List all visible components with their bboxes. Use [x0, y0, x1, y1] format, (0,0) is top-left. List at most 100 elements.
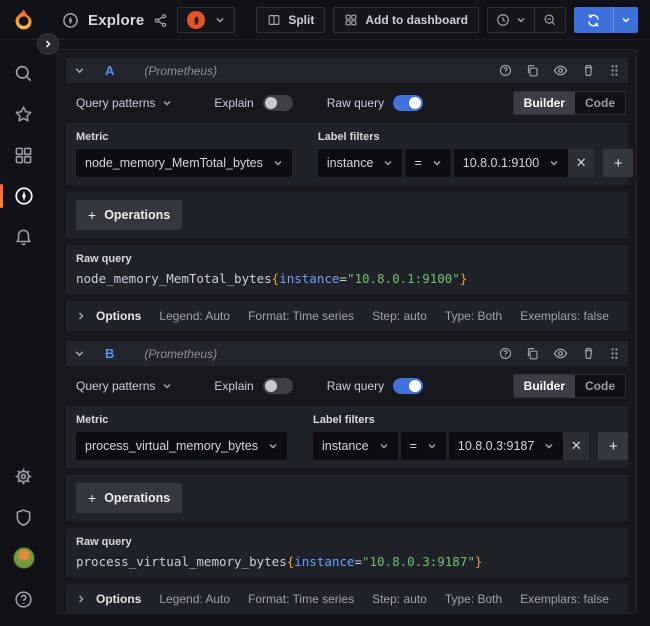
add-filter-button[interactable]: + [603, 149, 633, 177]
drag-handle-icon[interactable] [609, 64, 620, 77]
filter-key-select[interactable]: instance [313, 432, 398, 460]
filter-operator-select[interactable]: = [405, 149, 450, 177]
builder-mode-button[interactable]: Builder [514, 375, 575, 397]
raw-query-label: Raw query [76, 253, 618, 265]
options-card: Options Legend: Auto Format: Time series… [66, 301, 628, 331]
options-legend: Legend: Auto [159, 592, 230, 606]
bell-icon [14, 228, 33, 247]
options-exemplars: Exemplars: false [520, 592, 609, 606]
add-operation-button[interactable]: + Operations [76, 200, 182, 230]
chevron-down-icon [432, 158, 442, 168]
chevron-down-icon [516, 15, 526, 25]
raw-metric-token: node_memory_MemTotal_bytes [76, 271, 272, 286]
sidebar-expand-button[interactable] [37, 33, 59, 55]
raw-metric-token: process_virtual_memory_bytes [76, 554, 287, 569]
clock-icon [496, 13, 510, 27]
plus-icon: + [88, 207, 96, 223]
query-row-header[interactable]: B (Prometheus) [66, 341, 628, 366]
code-mode-button[interactable]: Code [575, 375, 625, 397]
shield-icon [14, 508, 33, 527]
dashboards-icon [14, 146, 33, 165]
hide-query-eye-icon[interactable] [553, 63, 568, 78]
add-to-dashboard-button[interactable]: Add to dashboard [333, 7, 479, 33]
sidebar-item-server-admin[interactable] [13, 506, 35, 528]
add-filter-button[interactable]: + [598, 432, 628, 460]
query-help-icon[interactable] [499, 347, 512, 360]
run-query-button[interactable] [574, 7, 638, 33]
explain-toggle[interactable] [263, 378, 293, 394]
grafana-logo[interactable] [11, 8, 36, 33]
query-row-header[interactable]: A (Prometheus) [66, 58, 628, 83]
metric-select[interactable]: node_memory_MemTotal_bytes [76, 149, 292, 177]
duplicate-query-icon[interactable] [526, 64, 539, 77]
query-patterns-dropdown[interactable]: Query patterns [76, 96, 172, 110]
options-step: Step: auto [372, 309, 427, 323]
builder-mode-button[interactable]: Builder [514, 92, 575, 114]
zoom-out-button[interactable] [534, 8, 565, 32]
raw-query-toggle[interactable] [393, 95, 423, 111]
filter-key-select[interactable]: instance [318, 149, 403, 177]
delete-query-trash-icon[interactable] [582, 64, 595, 77]
hide-query-eye-icon[interactable] [553, 346, 568, 361]
raw-query-label: Raw query [327, 379, 384, 393]
options-expand-toggle[interactable]: Options [76, 309, 141, 323]
query-patterns-dropdown[interactable]: Query patterns [76, 379, 172, 393]
split-label: Split [288, 13, 314, 27]
code-mode-button[interactable]: Code [575, 92, 625, 114]
query-ref-id[interactable]: B [105, 346, 114, 361]
explain-label: Explain [214, 96, 253, 110]
query-help-icon[interactable] [499, 64, 512, 77]
zoom-out-icon [543, 13, 557, 27]
search-icon [14, 64, 33, 83]
chevron-down-icon [621, 15, 631, 25]
add-operation-button[interactable]: + Operations [76, 483, 182, 513]
drag-handle-icon[interactable] [609, 347, 620, 360]
explain-toggle[interactable] [263, 95, 293, 111]
options-exemplars: Exemplars: false [520, 309, 609, 323]
metric-select[interactable]: process_virtual_memory_bytes [76, 432, 287, 460]
split-button[interactable]: Split [256, 7, 325, 33]
plus-icon: + [609, 438, 618, 455]
close-icon: ✕ [576, 155, 587, 171]
sidebar-item-profile[interactable] [13, 547, 35, 569]
options-type: Type: Both [445, 309, 502, 323]
plus-icon: + [614, 155, 623, 172]
datasource-picker[interactable] [177, 7, 235, 33]
sidebar-item-starred[interactable] [13, 103, 35, 125]
refresh-icon [586, 13, 601, 28]
raw-query-card: Raw query node_memory_MemTotal_bytes{ins… [66, 245, 628, 294]
remove-filter-button[interactable]: ✕ [568, 149, 594, 177]
sidebar-item-dashboards[interactable] [13, 144, 35, 166]
raw-query-toggle[interactable] [393, 378, 423, 394]
duplicate-query-icon[interactable] [526, 347, 539, 360]
options-expand-toggle[interactable]: Options [76, 592, 141, 606]
time-range-picker[interactable] [488, 8, 534, 32]
metric-value: node_memory_MemTotal_bytes [85, 156, 263, 170]
query-row-b: B (Prometheus) Query patterns Explain Ra… [66, 341, 628, 614]
query-editor-panel: A (Prometheus) Query patterns Explain Ra… [57, 49, 637, 614]
metric-filters-card: Metric process_virtual_memory_bytes Labe… [66, 406, 628, 468]
filter-operator-select[interactable]: = [401, 432, 446, 460]
sidebar-item-alerting[interactable] [13, 226, 35, 248]
delete-query-trash-icon[interactable] [582, 347, 595, 360]
collapse-chevron-icon[interactable] [74, 348, 85, 359]
share-icon[interactable] [153, 13, 168, 28]
remove-filter-button[interactable]: ✕ [563, 432, 589, 460]
sidebar-item-explore[interactable] [13, 185, 35, 207]
explain-label: Explain [214, 379, 253, 393]
sidebar-item-search[interactable] [13, 62, 35, 84]
raw-value-token: "10.8.0.3:9187" [362, 554, 475, 569]
chevron-down-icon [427, 441, 437, 451]
options-card: Options Legend: Auto Format: Time series… [66, 584, 628, 614]
chevron-right-icon [76, 594, 86, 604]
collapse-chevron-icon[interactable] [74, 65, 85, 76]
sidebar-item-configuration[interactable] [13, 465, 35, 487]
metric-filters-card: Metric node_memory_MemTotal_bytes Label … [66, 123, 628, 185]
sidebar-item-help[interactable] [13, 588, 35, 610]
filter-value-select[interactable]: 10.8.0.1:9100 [454, 149, 568, 177]
options-type: Type: Both [445, 592, 502, 606]
query-ref-id[interactable]: A [105, 63, 114, 78]
star-icon [14, 105, 33, 124]
filter-value-select[interactable]: 10.8.0.3:9187 [449, 432, 563, 460]
options-title: Options [96, 309, 141, 323]
